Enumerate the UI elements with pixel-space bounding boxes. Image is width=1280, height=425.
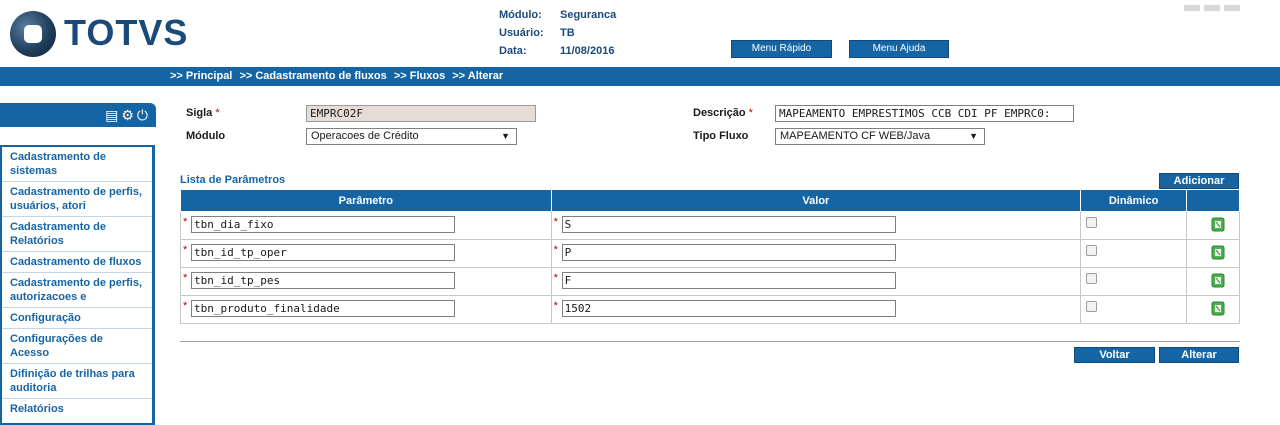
dinamico-checkbox[interactable] — [1086, 245, 1098, 256]
column-header-dinamico: Dinâmico — [1080, 189, 1188, 212]
usuario-value: TB — [560, 27, 575, 39]
sigla-label: Sigla * — [186, 107, 220, 119]
sidebar-item-fluxos[interactable]: Cadastramento de fluxos — [2, 252, 152, 273]
valor-input[interactable]: S — [561, 216, 896, 233]
sidebar-item-configuracoes-acesso[interactable]: Configurações de Acesso — [2, 329, 152, 364]
parametros-table: Parâmetro Valor Dinâmico * tbn_dia_fixo *… — [180, 189, 1240, 324]
column-header-actions — [1186, 189, 1240, 212]
modulo-value: Seguranca — [560, 9, 617, 21]
sigla-field[interactable]: EMPRC02F — [306, 105, 536, 122]
sidebar-item-perfis-autorizacoes[interactable]: Cadastramento de perfis, autorizacoes e — [2, 273, 152, 308]
chevron-down-icon: ▼ — [501, 131, 510, 141]
param-input[interactable]: tbn_produto_finalidade — [191, 300, 455, 317]
sidebar-item-sistemas[interactable]: Cadastramento de sistemas — [2, 147, 152, 182]
column-header-parametro: Parâmetro — [180, 189, 552, 212]
delete-icon[interactable] — [1211, 301, 1225, 316]
dinamico-checkbox[interactable] — [1086, 273, 1098, 284]
voltar-button[interactable]: Voltar — [1074, 347, 1155, 363]
param-input[interactable]: tbn_id_tp_oper — [191, 244, 455, 261]
logo-text: TOTVS — [64, 12, 189, 53]
chevron-down-icon: ▼ — [969, 131, 978, 141]
descricao-field[interactable]: MAPEAMENTO EMPRESTIMOS CCB CDI PF EMPRC0… — [775, 105, 1074, 122]
data-value: 11/08/2016 — [560, 45, 615, 57]
param-input[interactable]: tbn_dia_fixo — [191, 216, 455, 233]
dinamico-checkbox[interactable] — [1086, 217, 1098, 228]
tipo-fluxo-label: Tipo Fluxo — [693, 130, 749, 142]
valor-input[interactable]: F — [561, 272, 896, 289]
descricao-label: Descrição * — [693, 107, 753, 119]
power-icon[interactable]: ⏻ — [137, 107, 148, 123]
sidebar-item-relatorios-cadastro[interactable]: Cadastramento de Relatórios — [2, 217, 152, 252]
tipo-fluxo-select[interactable]: MAPEAMENTO CF WEB/Java ▼ — [775, 128, 985, 145]
column-header-valor: Valor — [550, 189, 1082, 212]
sidebar: ▤ ⚙ ⏻ Cadastramento de sistemas Cadastrame… — [0, 103, 156, 425]
parametros-title: Lista de Parâmetros — [180, 174, 286, 186]
breadcrumb-alterar: >> Alterar — [452, 70, 504, 82]
alterar-button[interactable]: Alterar — [1159, 347, 1239, 363]
breadcrumb-fluxos[interactable]: >> Fluxos — [394, 70, 445, 82]
valor-input[interactable]: 1502 — [561, 300, 896, 317]
adicionar-button[interactable]: Adicionar — [1159, 173, 1239, 189]
divider — [180, 341, 1240, 342]
totvs-logo-icon — [10, 11, 56, 57]
delete-icon[interactable] — [1211, 273, 1225, 288]
modulo-label: Módulo: — [499, 9, 542, 21]
table-row: * tbn_produto_finalidade * 1502 — [180, 295, 1240, 324]
delete-icon[interactable] — [1211, 217, 1225, 232]
breadcrumb-cadastramento-fluxos[interactable]: >> Cadastramento de fluxos — [239, 70, 386, 82]
usuario-label: Usuário: — [499, 27, 544, 39]
sidebar-toolbar: ▤ ⚙ ⏻ — [0, 103, 156, 127]
breadcrumb-principal[interactable]: >> Principal — [170, 70, 232, 82]
sidebar-item-trilhas-auditoria[interactable]: Difinição de trilhas para auditoria — [2, 364, 152, 399]
table-row: * tbn_id_tp_pes * F — [180, 267, 1240, 296]
table-row: * tbn_id_tp_oper * P — [180, 239, 1240, 268]
window-controls — [1180, 0, 1280, 14]
table-row: * tbn_dia_fixo * S — [180, 211, 1240, 240]
header: TOTVS Módulo: Seguranca Usuário: TB Data… — [0, 0, 1280, 67]
calculator-icon[interactable]: ▤ — [105, 107, 118, 123]
data-label: Data: — [499, 45, 527, 57]
delete-icon[interactable] — [1211, 245, 1225, 260]
param-input[interactable]: tbn_id_tp_pes — [191, 272, 455, 289]
sidebar-item-configuracao[interactable]: Configuração — [2, 308, 152, 329]
dinamico-checkbox[interactable] — [1086, 301, 1098, 312]
modulo-select[interactable]: Operacoes de Crédito ▼ — [306, 128, 517, 145]
menu-ajuda-button[interactable]: Menu Ajuda — [849, 40, 949, 58]
gear-icon[interactable]: ⚙ — [121, 107, 134, 123]
valor-input[interactable]: P — [561, 244, 896, 261]
sidebar-item-perfis-usuarios[interactable]: Cadastramento de perfis, usuários, atori — [2, 182, 152, 217]
menu-rapido-button[interactable]: Menu Rápido — [731, 40, 832, 58]
sidebar-menu: Cadastramento de sistemas Cadastramento … — [0, 145, 155, 425]
breadcrumb: >> Principal >> Cadastramento de fluxos … — [0, 67, 1280, 86]
sidebar-item-relatorios[interactable]: Relatórios — [2, 399, 152, 419]
modulo-field-label: Módulo — [186, 130, 226, 142]
